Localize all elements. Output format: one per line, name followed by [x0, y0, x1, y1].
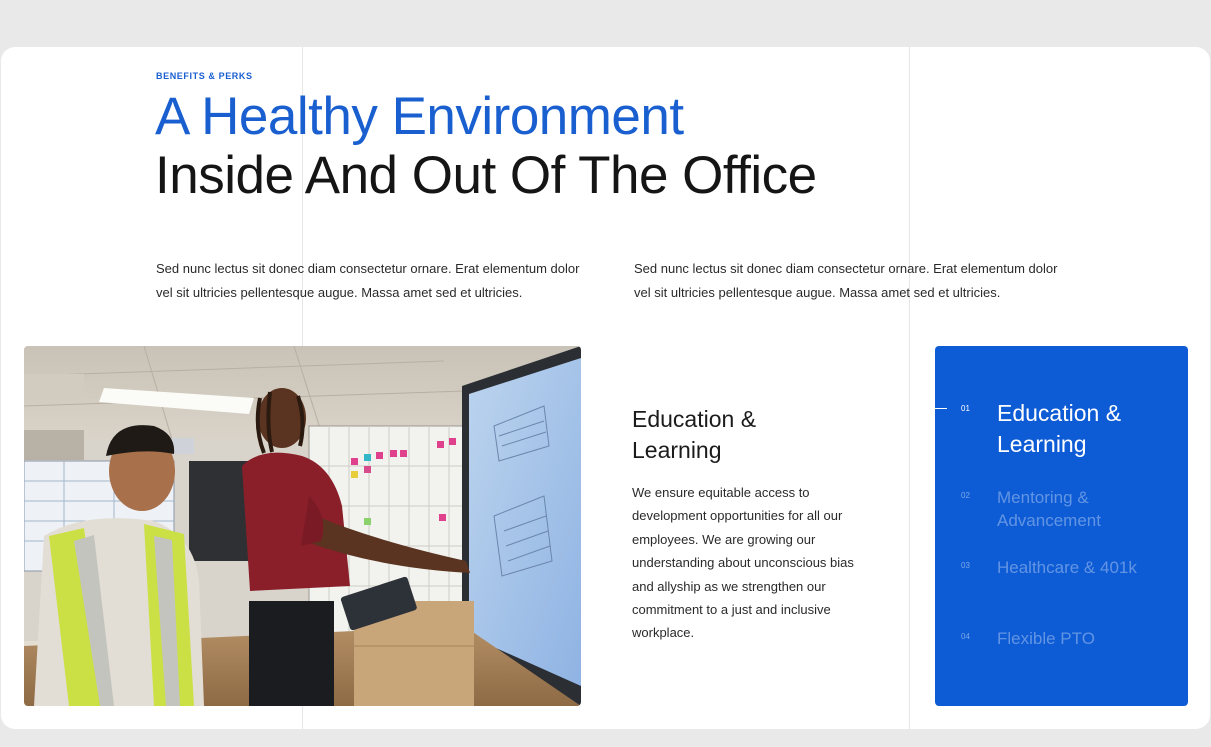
- nav-item-number: 03: [961, 561, 970, 570]
- active-indicator: [935, 408, 947, 409]
- intro-paragraph-left: Sed nunc lectus sit donec diam consectet…: [156, 261, 580, 300]
- headline-main-line: Inside And Out Of The Office: [155, 146, 817, 205]
- nav-item-label: Education & Learning: [997, 400, 1122, 457]
- section-headline: A Healthy Environment Inside And Out Of …: [155, 87, 817, 205]
- team-photo: [24, 346, 581, 706]
- section-eyebrow: BENEFITS & PERKS: [156, 71, 253, 81]
- benefits-nav-panel: 01 Education & Learning 02 Mentoring & A…: [935, 346, 1188, 706]
- grid-line-right: [909, 47, 910, 729]
- nav-item-label: Healthcare & 401k: [997, 558, 1137, 577]
- nav-item-number: 02: [961, 491, 970, 500]
- feature-description: We ensure equitable access to developmen…: [632, 485, 854, 641]
- headline-accent-line: A Healthy Environment: [155, 87, 684, 146]
- intro-paragraph-right: Sed nunc lectus sit donec diam consectet…: [634, 261, 1058, 300]
- feature-title: Education & Learning: [632, 406, 757, 463]
- nav-item-label: Flexible PTO: [997, 629, 1095, 648]
- nav-item-number: 04: [961, 632, 970, 641]
- nav-item-label: Mentoring & Advancement: [997, 488, 1101, 530]
- benefits-section: BENEFITS & PERKS A Healthy Environment I…: [1, 47, 1210, 729]
- nav-item-number: 01: [961, 404, 970, 413]
